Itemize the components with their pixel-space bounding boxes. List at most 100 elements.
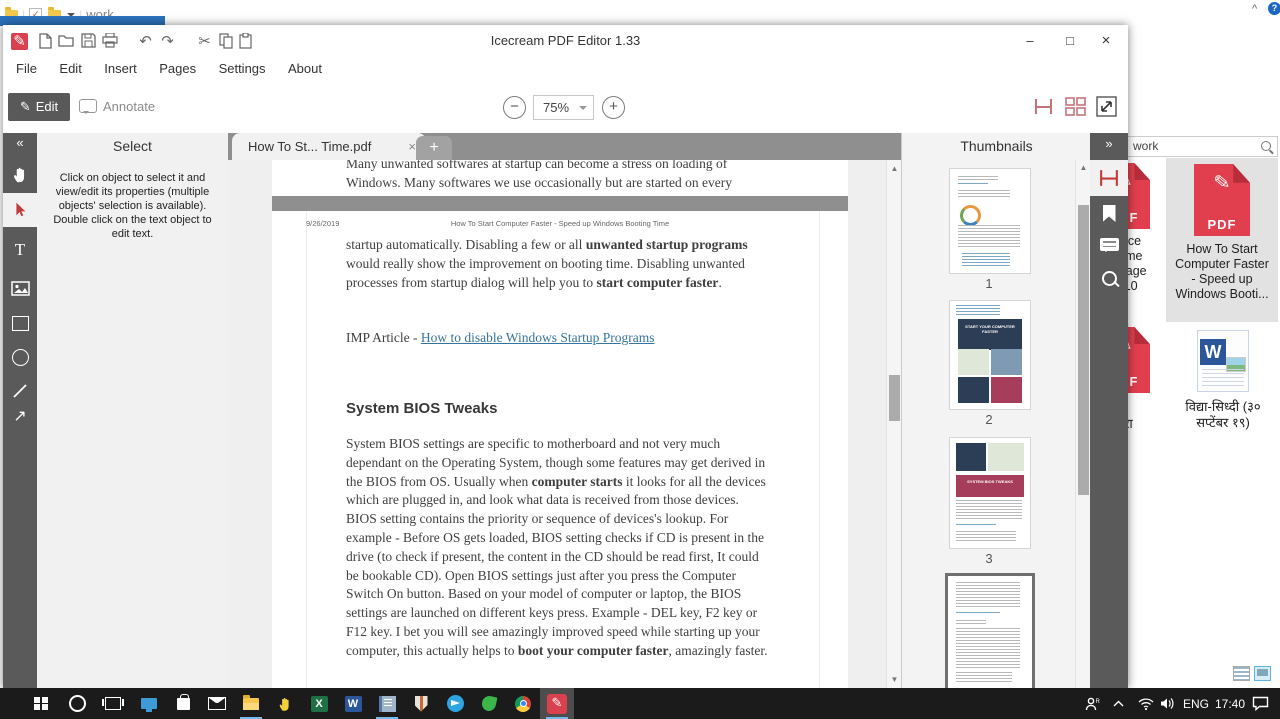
excel-button[interactable]: X xyxy=(302,688,336,719)
tray-expand-button[interactable] xyxy=(1113,688,1124,719)
menu-pages[interactable]: Pages xyxy=(150,57,205,80)
large-icons-view-icon[interactable] xyxy=(1254,666,1271,681)
explorer-search-input[interactable]: work xyxy=(1128,136,1278,157)
word-icon: W xyxy=(345,696,362,712)
pdf-editor-taskbar-button[interactable]: ✎ xyxy=(540,688,574,719)
search-tab-icon[interactable] xyxy=(1090,271,1128,291)
this-pc-button[interactable] xyxy=(132,688,166,719)
thumbnail-page-3[interactable]: SYSTEM BIOS TWEAKS xyxy=(949,437,1031,549)
print-icon[interactable] xyxy=(101,33,118,50)
maximize-button[interactable]: □ xyxy=(1052,25,1088,57)
menu-about[interactable]: About xyxy=(279,57,331,80)
paste-icon[interactable] xyxy=(237,33,254,50)
thumbnail-page-4-selected[interactable] xyxy=(945,573,1035,691)
document-tab[interactable]: How To St... Time.pdf × xyxy=(232,133,426,160)
menubar: File Edit Insert Pages Settings About xyxy=(3,57,1128,80)
chrome-button[interactable] xyxy=(506,688,540,719)
ellipse-tool[interactable] xyxy=(3,342,37,372)
chrome-icon xyxy=(515,696,531,712)
search-icon xyxy=(1261,141,1271,151)
page3-paragraph: Many unwanted softwares at startup can b… xyxy=(346,160,770,192)
mail-icon xyxy=(208,697,226,710)
green-app-icon xyxy=(481,695,498,713)
ribbon-collapse-icon[interactable]: ^ xyxy=(1252,3,1257,15)
help-icon[interactable]: ? xyxy=(1268,2,1280,15)
rectangle-tool[interactable] xyxy=(3,308,37,338)
thumbnails-panel: Thumbnails 1 START YOUR COMPUTER FASTER … xyxy=(901,133,1091,688)
redo-icon[interactable]: ↷ xyxy=(159,33,176,50)
file-tile[interactable]: W विद्या-सिध्दी (३० सप्टेंबर १९) xyxy=(1168,330,1278,431)
cut-icon[interactable]: ✂ xyxy=(196,33,213,50)
menu-insert[interactable]: Insert xyxy=(95,57,146,80)
edit-mode-button[interactable]: ✎Edit xyxy=(8,93,70,121)
scrollbar-thumb[interactable] xyxy=(889,375,900,421)
file-tile[interactable]: ✎PDF Reduce Chrome U Usage ows 10 xyxy=(1128,163,1150,294)
new-tab-button[interactable]: + xyxy=(416,136,452,160)
taskbar: X W ✎ R ENG 17:40 xyxy=(0,688,1280,719)
save-icon[interactable] xyxy=(80,33,97,50)
chevron-down-icon xyxy=(579,106,587,114)
network-button[interactable] xyxy=(1138,688,1154,719)
open-file-icon[interactable] xyxy=(58,33,75,50)
telegram-button[interactable] xyxy=(438,688,472,719)
fit-width-icon[interactable] xyxy=(1033,97,1054,121)
start-button[interactable] xyxy=(24,688,58,719)
action-center-button[interactable] xyxy=(1252,688,1269,719)
image-tool[interactable] xyxy=(3,274,37,304)
mail-button[interactable] xyxy=(200,688,234,719)
scroll-down-icon[interactable]: ▼ xyxy=(887,675,902,684)
people-button[interactable]: R xyxy=(1085,688,1101,719)
monitor-icon xyxy=(141,698,157,709)
cortana-button[interactable] xyxy=(60,688,94,719)
scroll-up-icon[interactable]: ▲ xyxy=(1076,163,1091,172)
new-file-icon[interactable] xyxy=(36,33,53,50)
notes-app-button[interactable] xyxy=(370,688,404,719)
scroll-up-icon[interactable]: ▲ xyxy=(887,164,902,173)
menu-edit[interactable]: Edit xyxy=(50,57,90,80)
menu-settings[interactable]: Settings xyxy=(210,57,275,80)
volume-button[interactable] xyxy=(1160,688,1175,719)
thumbnails-scrollbar[interactable]: ▲ xyxy=(1075,160,1091,688)
green-app-button[interactable] xyxy=(472,688,506,719)
scrollbar-thumb[interactable] xyxy=(1078,205,1089,495)
language-indicator[interactable]: ENG xyxy=(1183,688,1209,719)
doc-link[interactable]: How to disable Windows Startup Programs xyxy=(421,330,655,345)
minimize-button[interactable]: – xyxy=(1012,25,1048,57)
details-view-icon[interactable] xyxy=(1233,666,1250,681)
editor-titlebar: Icecream PDF Editor 1.33 ✎ ↶ ↷ ✂ – □ × xyxy=(3,25,1128,57)
store-button[interactable] xyxy=(166,688,200,719)
arrow-tool[interactable]: ↗ xyxy=(3,406,37,436)
tab-close-icon[interactable]: × xyxy=(408,133,416,160)
document-viewport[interactable]: Many unwanted softwares at startup can b… xyxy=(228,160,886,688)
undo-icon[interactable]: ↶ xyxy=(137,33,154,50)
expand-panel-button[interactable]: » xyxy=(1090,136,1128,151)
line-tool[interactable] xyxy=(3,376,37,406)
thumbnail-page-2[interactable]: START YOUR COMPUTER FASTER xyxy=(949,300,1031,410)
document-scrollbar[interactable]: ▲ ▼ xyxy=(886,160,902,688)
text-tool[interactable]: T xyxy=(3,240,37,270)
file-explorer-button[interactable] xyxy=(234,688,268,719)
task-view-button[interactable] xyxy=(96,688,130,719)
file-tile-selected[interactable]: ✎PDF How To Start Computer Faster - Spee… xyxy=(1166,158,1278,322)
word-button[interactable]: W xyxy=(336,688,370,719)
bookmarks-tab-icon[interactable] xyxy=(1090,205,1128,227)
zoom-in-button[interactable]: + xyxy=(602,96,625,119)
antivirus-button[interactable] xyxy=(404,688,438,719)
hand-tool[interactable] xyxy=(3,160,37,190)
menu-file[interactable]: File xyxy=(3,57,46,80)
thumbnail-page-1[interactable] xyxy=(949,168,1031,274)
comments-tab-icon[interactable] xyxy=(1090,238,1128,256)
fullscreen-icon[interactable] xyxy=(1096,96,1117,122)
grid-view-icon[interactable] xyxy=(1064,97,1087,121)
close-button[interactable]: × xyxy=(1088,25,1124,57)
copy-icon[interactable] xyxy=(217,33,234,50)
select-tool[interactable] xyxy=(3,193,37,227)
clock[interactable]: 17:40 xyxy=(1215,688,1245,719)
zoom-out-button[interactable]: − xyxy=(503,96,526,119)
file-tile[interactable]: ✎PDF र्तींचा कोणारा ाम xyxy=(1128,327,1150,446)
zoom-level-select[interactable]: 75% xyxy=(533,95,594,120)
thumbnail-label: 3 xyxy=(949,551,1029,566)
annotate-mode-button[interactable]: Annotate xyxy=(79,93,155,121)
hand-app-button[interactable] xyxy=(268,688,302,719)
thumbnails-tab-icon[interactable] xyxy=(1090,160,1128,196)
